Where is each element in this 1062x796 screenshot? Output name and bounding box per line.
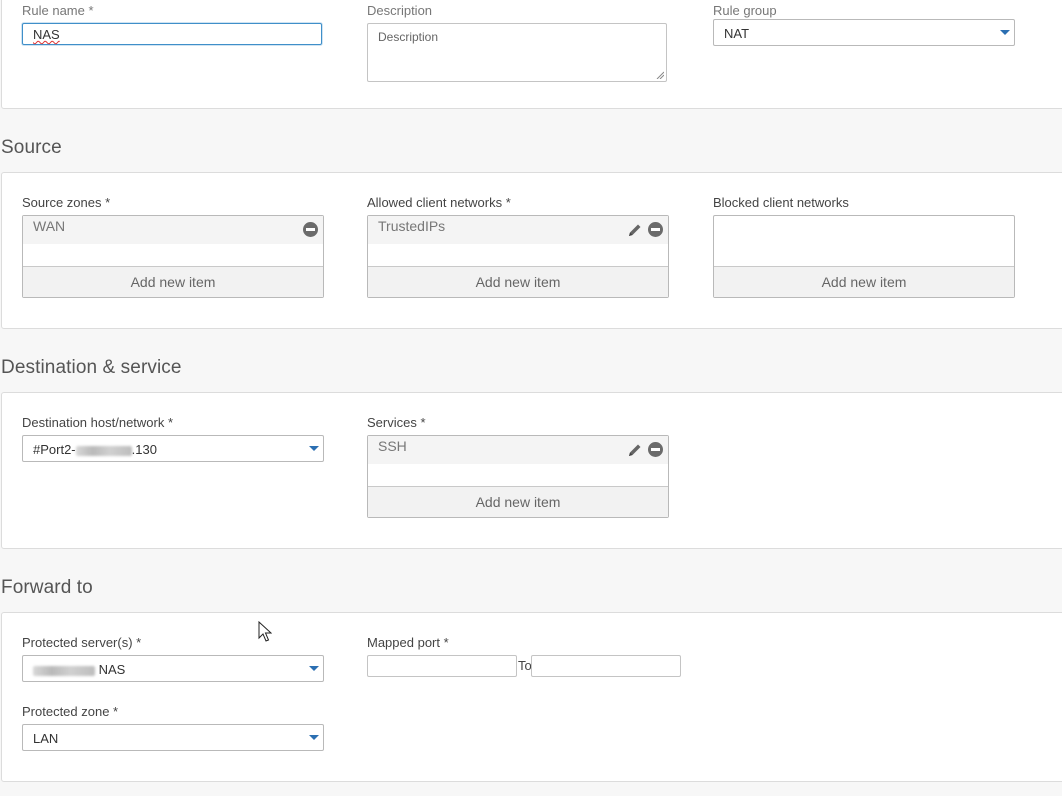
allowed-network-item-label: TrustedIPs — [378, 218, 446, 234]
rule-group-select[interactable]: NAT — [713, 19, 1015, 46]
service-item-label: SSH — [378, 438, 407, 454]
protected-servers-label: Protected server(s) * — [22, 635, 142, 650]
destination-host-suffix: .130 — [131, 442, 157, 457]
chevron-down-icon — [309, 446, 319, 451]
mapped-port-to-input[interactable] — [531, 655, 681, 677]
redacted-server-name — [33, 665, 95, 676]
description-label: Description — [367, 3, 433, 18]
rule-group-value: NAT — [724, 26, 750, 41]
rule-name-input[interactable]: NAS — [22, 23, 322, 45]
protected-zone-label: Protected zone * — [22, 704, 119, 719]
services-label: Services * — [367, 415, 426, 430]
chevron-down-icon — [1000, 30, 1010, 35]
source-zones-label: Source zones * — [22, 195, 111, 210]
description-placeholder: Description — [378, 30, 439, 44]
protected-zone-select[interactable]: LAN — [22, 724, 324, 751]
source-zone-item-label: WAN — [33, 218, 66, 234]
allowed-client-networks-list: TrustedIPs Add new item — [367, 215, 669, 298]
protected-servers-value: NAS — [98, 662, 126, 677]
pencil-icon[interactable] — [627, 442, 643, 458]
destination-host-label: Destination host/network * — [22, 415, 174, 430]
destination-host-prefix: #Port2- — [33, 442, 76, 457]
protected-servers-select[interactable]: NAS — [22, 655, 324, 682]
rule-name-value: NAS — [33, 27, 60, 42]
forward-section-title: Forward to — [1, 577, 93, 598]
firewall-rule-form: Rule name * NAS Description Description … — [0, 0, 1062, 796]
source-section-title: Source — [1, 137, 62, 158]
allowed-client-networks-label: Allowed client networks * — [367, 195, 511, 210]
source-zones-list: WAN Add new item — [22, 215, 324, 298]
description-textarea[interactable]: Description — [367, 23, 667, 82]
rule-name-label: Rule name * — [22, 3, 94, 18]
chevron-down-icon — [309, 735, 319, 740]
mouse-pointer-icon — [258, 621, 272, 642]
resize-grip-icon[interactable] — [656, 71, 664, 79]
allowed-networks-add-button[interactable]: Add new item — [368, 266, 668, 297]
mapped-port-label: Mapped port * — [367, 635, 449, 650]
forward-panel — [1, 612, 1062, 782]
mapped-port-from-input[interactable] — [367, 655, 517, 677]
redacted-ip — [75, 445, 132, 456]
pencil-icon[interactable] — [627, 222, 643, 238]
chevron-down-icon — [309, 666, 319, 671]
blocked-networks-add-button[interactable]: Add new item — [714, 266, 1014, 297]
services-list: SSH Add new item — [367, 435, 669, 518]
rule-group-label: Rule group — [713, 3, 777, 18]
protected-zone-value: LAN — [33, 731, 59, 746]
list-item: SSH — [368, 436, 668, 464]
services-add-button[interactable]: Add new item — [368, 486, 668, 517]
blocked-client-networks-label: Blocked client networks — [713, 195, 849, 210]
remove-circle-icon[interactable] — [648, 222, 663, 237]
remove-circle-icon[interactable] — [648, 442, 663, 457]
list-item: TrustedIPs — [368, 216, 668, 244]
mapped-port-to-label: To — [518, 658, 532, 673]
destination-host-select[interactable]: #Port2- .130 — [22, 435, 324, 462]
list-item: WAN — [23, 216, 323, 244]
remove-circle-icon[interactable] — [303, 222, 318, 237]
destination-section-title: Destination & service — [1, 357, 182, 378]
source-zones-add-button[interactable]: Add new item — [23, 266, 323, 297]
blocked-client-networks-list: Add new item — [713, 215, 1015, 298]
